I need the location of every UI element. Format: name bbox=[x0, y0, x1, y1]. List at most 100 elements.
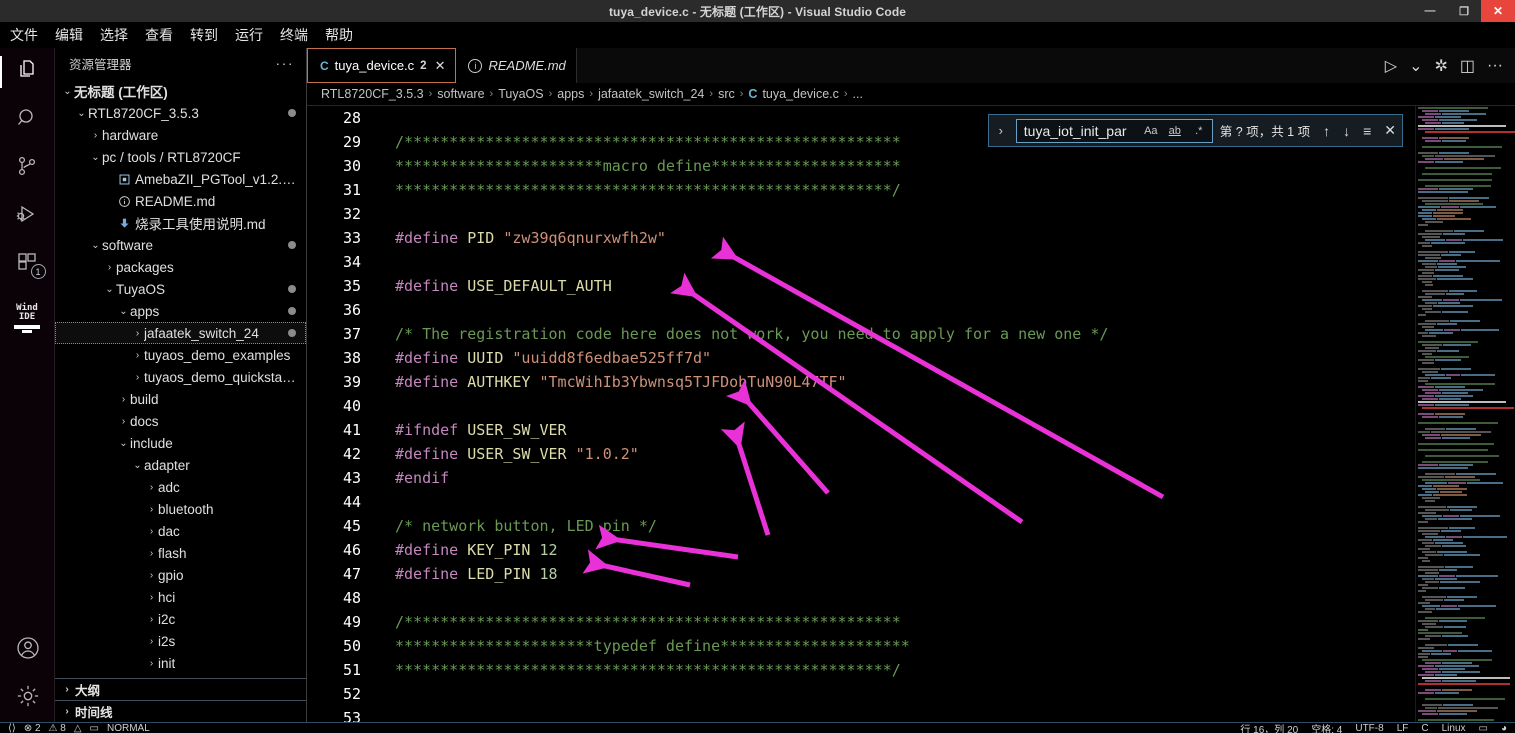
code-editor[interactable]: 28 29 30 31 32 33 34 35 36 37 38 39 40 41 42 43 44 45 46 47… bbox=[307, 105, 1515, 722]
menu-item-6[interactable]: 终端 bbox=[280, 28, 308, 42]
code-line[interactable] bbox=[395, 706, 1515, 722]
tree-item[interactable]: › packages bbox=[55, 256, 306, 278]
chevron-right-icon[interactable]: › bbox=[145, 548, 158, 559]
remote-indicator[interactable]: ⟨⟩ bbox=[8, 723, 16, 733]
code-line[interactable] bbox=[395, 250, 1515, 274]
run-and-debug-icon[interactable]: ▷ bbox=[1385, 56, 1397, 76]
eol[interactable]: LF bbox=[1397, 723, 1409, 733]
bell[interactable]: ◕ bbox=[1501, 723, 1507, 733]
code-content[interactable]: /***************************************… bbox=[371, 106, 1515, 722]
code-line[interactable]: /***************************************… bbox=[395, 610, 1515, 634]
find-input-box[interactable]: tuya_iot_init_par Aa ab .* bbox=[1015, 118, 1213, 143]
cursor-position[interactable]: 行 16，列 20 bbox=[1240, 723, 1298, 733]
tree-item[interactable]: › tuyaos_demo_examples bbox=[55, 344, 306, 366]
activity-explorer[interactable] bbox=[0, 48, 55, 96]
code-line[interactable]: #define LED_PIN 18 bbox=[395, 562, 1515, 586]
sidebar-more-actions[interactable]: ··· bbox=[276, 55, 295, 71]
match-case-icon[interactable]: Aa bbox=[1142, 122, 1160, 140]
vim-mode[interactable]: NORMAL bbox=[107, 723, 150, 733]
chevron-down-icon[interactable]: ⌄ bbox=[117, 306, 130, 317]
code-line[interactable] bbox=[395, 298, 1515, 322]
minimap[interactable] bbox=[1415, 106, 1515, 722]
chevron-down-icon[interactable]: ⌄ bbox=[75, 108, 88, 119]
chevron-right-icon[interactable]: › bbox=[131, 350, 144, 361]
activity-wind-ide[interactable]: Wind IDE bbox=[0, 288, 55, 342]
find-widget[interactable]: › tuya_iot_init_par Aa ab .* 第 ? 项，共 1 项… bbox=[987, 114, 1403, 147]
chevron-down-icon[interactable]: ⌄ bbox=[131, 460, 144, 471]
toggle-replace-icon[interactable]: › bbox=[993, 123, 1009, 138]
code-line[interactable]: ****************************************… bbox=[395, 658, 1515, 682]
minimize-button[interactable]: — bbox=[1413, 0, 1447, 22]
chevron-down-icon[interactable]: ⌄ bbox=[61, 86, 74, 97]
code-line[interactable] bbox=[395, 490, 1515, 514]
tree-item[interactable]: AmebaZII_PGTool_v1.2.39.zip bbox=[55, 168, 306, 190]
feedback[interactable]: ▭ bbox=[1479, 723, 1488, 733]
chevron-right-icon[interactable]: › bbox=[145, 636, 158, 647]
menu-item-5[interactable]: 运行 bbox=[235, 28, 263, 42]
tree-item[interactable]: › gpio bbox=[55, 564, 306, 586]
code-line[interactable]: #define PID "zw39q6qnurxwfh2w" bbox=[395, 226, 1515, 250]
language-mode[interactable]: C bbox=[1421, 723, 1428, 733]
tree-item[interactable]: › hardware bbox=[55, 124, 306, 146]
tree-item[interactable]: › jafaatek_switch_24 bbox=[55, 322, 306, 344]
next-match-icon[interactable]: ↓ bbox=[1343, 123, 1350, 139]
tree-item[interactable]: ⌄ adapter bbox=[55, 454, 306, 476]
tree-item[interactable]: 烧录工具使用说明.md bbox=[55, 212, 306, 234]
previous-match-icon[interactable]: ↑ bbox=[1323, 123, 1330, 139]
match-whole-word-icon[interactable]: ab bbox=[1166, 122, 1184, 140]
chevron-down-icon[interactable]: ⌄ bbox=[89, 240, 102, 251]
activity-run-debug[interactable] bbox=[0, 192, 55, 240]
chevron-right-icon[interactable]: › bbox=[145, 658, 158, 669]
breadcrumb-item[interactable]: RTL8720CF_3.5.3 bbox=[321, 87, 424, 101]
code-line[interactable]: #define USE_DEFAULT_AUTH bbox=[395, 274, 1515, 298]
close-button[interactable]: ✕ bbox=[1481, 0, 1515, 22]
tree-item[interactable]: README.md bbox=[55, 190, 306, 212]
tree-item[interactable]: ⌄ TuyaOS bbox=[55, 278, 306, 300]
code-line[interactable]: /* network button, LED pin */ bbox=[395, 514, 1515, 538]
split-editor-icon[interactable]: ◫ bbox=[1460, 56, 1475, 76]
code-line[interactable]: #define USER_SW_VER "1.0.2" bbox=[395, 442, 1515, 466]
menu-item-2[interactable]: 选择 bbox=[100, 28, 128, 42]
chevron-right-icon[interactable]: › bbox=[103, 262, 116, 273]
tree-item[interactable]: › init bbox=[55, 652, 306, 674]
chevron-right-icon[interactable]: › bbox=[117, 416, 130, 427]
chevron-down-icon[interactable]: ⌄ bbox=[103, 284, 116, 295]
chevron-right-icon[interactable]: › bbox=[59, 706, 75, 717]
code-line[interactable]: #define UUID "uuidd8f6edbae525ff7d" bbox=[395, 346, 1515, 370]
breadcrumb-item[interactable]: tuya_device.c bbox=[762, 87, 838, 101]
breadcrumb-item[interactable]: software bbox=[437, 87, 484, 101]
breadcrumb-item[interactable]: apps bbox=[557, 87, 584, 101]
breadcrumb-item[interactable]: ... bbox=[853, 87, 863, 101]
sidebar-section[interactable]: › 时间线 bbox=[55, 700, 306, 722]
tree-item[interactable]: › build bbox=[55, 388, 306, 410]
tree-item[interactable]: › i2s bbox=[55, 630, 306, 652]
code-line[interactable]: #define AUTHKEY "TmcWihIb3Ybwnsq5TJFDobT… bbox=[395, 370, 1515, 394]
code-line[interactable]: ***********************macro define*****… bbox=[395, 154, 1515, 178]
code-line[interactable] bbox=[395, 586, 1515, 610]
chevron-right-icon[interactable]: › bbox=[145, 526, 158, 537]
tree-item[interactable]: › docs bbox=[55, 410, 306, 432]
ports[interactable]: ▭ bbox=[90, 723, 99, 733]
menu-item-3[interactable]: 查看 bbox=[145, 28, 173, 42]
activity-source-control[interactable] bbox=[0, 144, 55, 192]
indentation[interactable]: 空格: 4 bbox=[1311, 723, 1342, 733]
chevron-right-icon[interactable]: › bbox=[131, 372, 144, 383]
tree-item[interactable]: ⌄ pc / tools / RTL8720CF bbox=[55, 146, 306, 168]
chevron-down-icon[interactable]: ⌄ bbox=[89, 152, 102, 163]
chevron-right-icon[interactable]: › bbox=[89, 130, 102, 141]
code-line[interactable] bbox=[395, 202, 1515, 226]
sidebar-section[interactable]: › 大纲 bbox=[55, 678, 306, 700]
breadcrumb-item[interactable]: jafaatek_switch_24 bbox=[598, 87, 704, 101]
activity-search[interactable] bbox=[0, 96, 55, 144]
editor-tab[interactable]: Ctuya_device.c 2 ✕ bbox=[307, 48, 457, 83]
settings-gear-icon[interactable]: ✲ bbox=[1434, 56, 1447, 76]
tree-item[interactable]: ⌄ apps bbox=[55, 300, 306, 322]
chevron-right-icon[interactable]: › bbox=[117, 394, 130, 405]
code-line[interactable] bbox=[395, 394, 1515, 418]
tab-close-icon[interactable]: ✕ bbox=[435, 58, 446, 74]
code-line[interactable]: ****************************************… bbox=[395, 178, 1515, 202]
use-regex-icon[interactable]: .* bbox=[1190, 122, 1208, 140]
menu-item-1[interactable]: 编辑 bbox=[55, 28, 83, 42]
tree-item[interactable]: ⌄ software bbox=[55, 234, 306, 256]
platform[interactable]: Linux bbox=[1442, 723, 1466, 733]
